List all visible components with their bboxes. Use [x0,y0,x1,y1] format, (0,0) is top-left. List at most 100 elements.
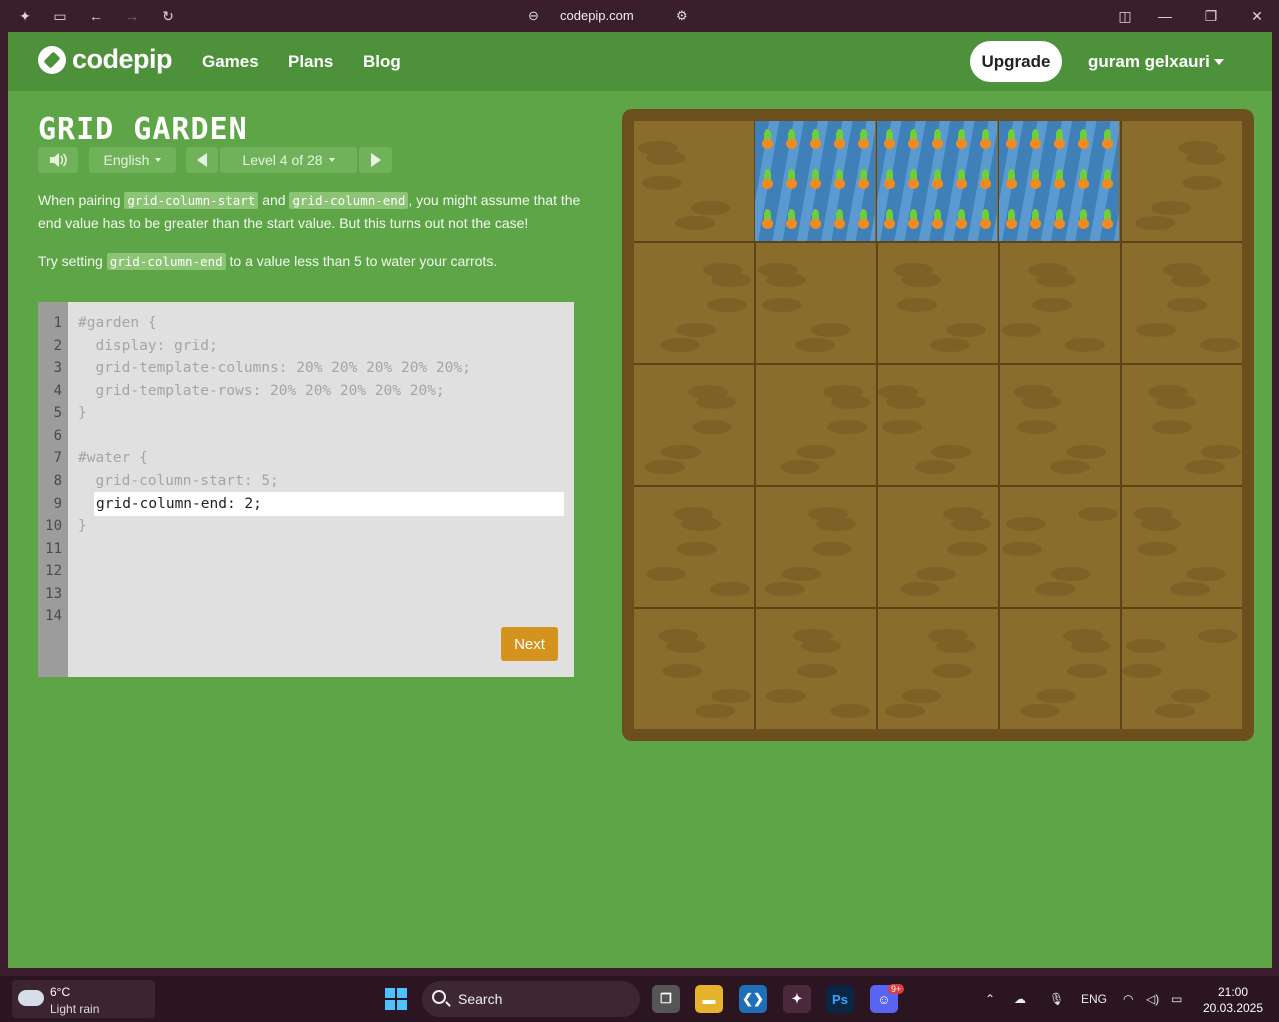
chevron-up-icon[interactable]: ⌃ [985,992,995,1006]
nav-games[interactable]: Games [202,52,259,72]
soil-cell [756,609,876,729]
carrot-icon [1095,201,1119,241]
pebble [1186,567,1226,581]
codepip-logo-icon [38,45,66,74]
code-term: grid-column-end [289,192,409,209]
pebble [638,141,678,155]
pebble [1185,460,1225,474]
onedrive-icon[interactable]: ☁ [1014,992,1026,1006]
soil-cell [634,243,754,363]
windows-start-icon[interactable] [382,985,410,1013]
chevron-down-icon[interactable] [1214,59,1224,65]
next-level-button[interactable] [359,147,392,173]
pebble [695,704,735,718]
system-clock[interactable]: 21:00 20.03.2025 [1198,984,1268,1016]
pebble [812,542,852,556]
browser-toolbar: ✦ ▭ ← → ↻ ⊖ codepip.com ⚙ ◫ — ❐ ✕ [0,0,1279,32]
brand-name: codepip [72,44,173,74]
pebble [915,460,955,474]
pebble [1182,176,1222,190]
nav-blog[interactable]: Blog [363,52,401,72]
forward-icon[interactable]: → [123,7,141,25]
language-indicator[interactable]: ENG [1081,992,1107,1006]
pebble [943,507,983,521]
pebble [673,507,713,521]
task-view-icon[interactable]: ❐ [652,985,680,1013]
pebble [1171,689,1211,703]
address-bar[interactable]: codepip.com [560,8,634,23]
user-menu[interactable]: guram gelxauri [1088,52,1210,72]
code-line: grid-template-rows: 20% 20% 20% 20% 20%; [78,383,445,399]
carrot-icon [779,201,803,241]
wifi-icon[interactable]: ◠ [1123,992,1133,1006]
sound-button[interactable] [38,147,78,173]
carrot-root [1102,179,1113,189]
site-settings-icon[interactable]: ⚙ [676,8,688,24]
minimize-icon[interactable]: — [1156,7,1174,25]
vscode-icon[interactable]: ❮❯ [739,985,767,1013]
code-term: grid-column-start [124,192,259,209]
weather-widget[interactable]: 6°C Light rain [12,980,155,1018]
pebble [793,629,833,643]
caret-icon [155,158,162,162]
browser-app-icon[interactable]: ✦ [783,985,811,1013]
pebble [1198,629,1238,643]
pebble [1067,664,1107,678]
soil-cell [1122,609,1242,729]
carrot-icon [973,201,997,241]
battery-icon[interactable]: ▭ [1171,992,1182,1006]
pebble [1032,298,1072,312]
carrot-root [908,219,919,229]
soil-cell [1122,365,1242,485]
carrot-icon [1071,161,1095,201]
carrot-root [1102,219,1113,229]
split-view-icon[interactable]: ◫ [1116,7,1134,25]
carrot-root [884,179,895,189]
prev-level-button[interactable] [186,147,218,173]
volume-icon[interactable]: ◁) [1146,992,1159,1006]
back-icon[interactable]: ← [87,7,105,25]
taskbar-search[interactable]: Search [422,981,640,1017]
text: When pairing [38,192,125,208]
nav-plans[interactable]: Plans [288,52,333,72]
pebble [642,176,682,190]
upgrade-button[interactable]: Upgrade [970,41,1062,82]
link-icon[interactable]: ⊖ [528,8,539,24]
file-explorer-icon[interactable]: ▬ [695,985,723,1013]
line-number: 1 [53,315,62,331]
carrot-icon [901,201,925,241]
line-number: 9 [53,496,62,512]
reload-icon[interactable]: ↻ [159,7,177,25]
text: to a value less than 5 to water your car… [225,253,498,269]
brand-logo[interactable]: codepip [38,44,173,75]
soil-cell [634,121,754,241]
next-button[interactable]: Next [501,627,558,661]
carrot-root [834,139,845,149]
sidebar-toggle-icon[interactable]: ▭ [51,7,69,25]
carrot-root [956,139,967,149]
pebble [1028,263,1068,277]
soil-cell [878,243,998,363]
microphone-icon[interactable]: 🎙 [1049,992,1064,1006]
code-line: } [78,405,87,421]
workspace-icon[interactable]: ✦ [16,7,34,25]
line-number: 7 [53,450,62,466]
restore-icon[interactable]: ❐ [1202,7,1220,25]
pebble [707,298,747,312]
carrot-root [980,219,991,229]
soil-cell [878,487,998,607]
pebble [1152,420,1192,434]
close-icon[interactable]: ✕ [1248,7,1266,25]
pebble [1063,629,1103,643]
carrot-root [932,219,943,229]
carrot-icon [1047,201,1071,241]
line-gutter: 1 2 3 4 5 6 7 8 9 10 11 12 13 14 [38,302,68,677]
language-select[interactable]: English [89,147,176,173]
photoshop-icon[interactable]: Ps [826,985,854,1013]
level-select[interactable]: Level 4 of 28 [220,147,357,173]
pebble [675,216,715,230]
carrot-root [980,179,991,189]
css-answer-input[interactable] [94,492,564,516]
code-line: #garden { [78,315,157,331]
pebble [661,445,701,459]
